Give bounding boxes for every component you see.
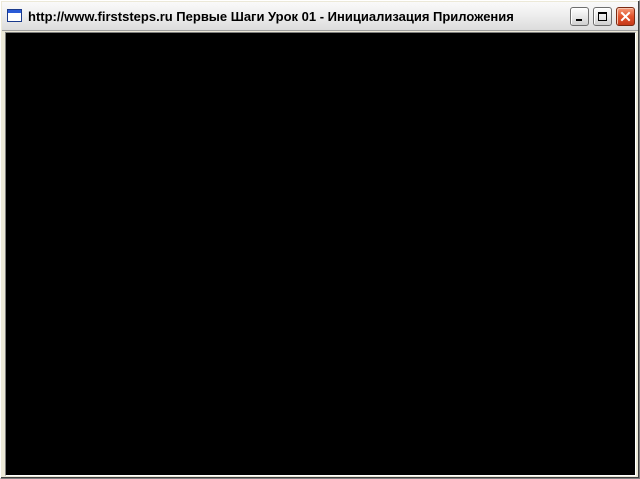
window-title: http://www.firststeps.ru Первые Шаги Уро… bbox=[28, 9, 514, 24]
maximize-icon bbox=[598, 12, 607, 21]
maximize-button[interactable] bbox=[593, 7, 612, 26]
title-bar[interactable]: http://www.firststeps.ru Первые Шаги Уро… bbox=[2, 2, 638, 31]
render-viewport[interactable] bbox=[5, 32, 636, 476]
application-window-icon[interactable] bbox=[7, 9, 22, 22]
close-button[interactable] bbox=[616, 7, 635, 26]
minimize-button[interactable] bbox=[570, 7, 589, 26]
close-icon bbox=[620, 11, 631, 22]
application-window-icon-bar bbox=[8, 10, 21, 13]
minimize-icon bbox=[576, 19, 582, 21]
application-window: http://www.firststeps.ru Первые Шаги Уро… bbox=[0, 0, 640, 479]
